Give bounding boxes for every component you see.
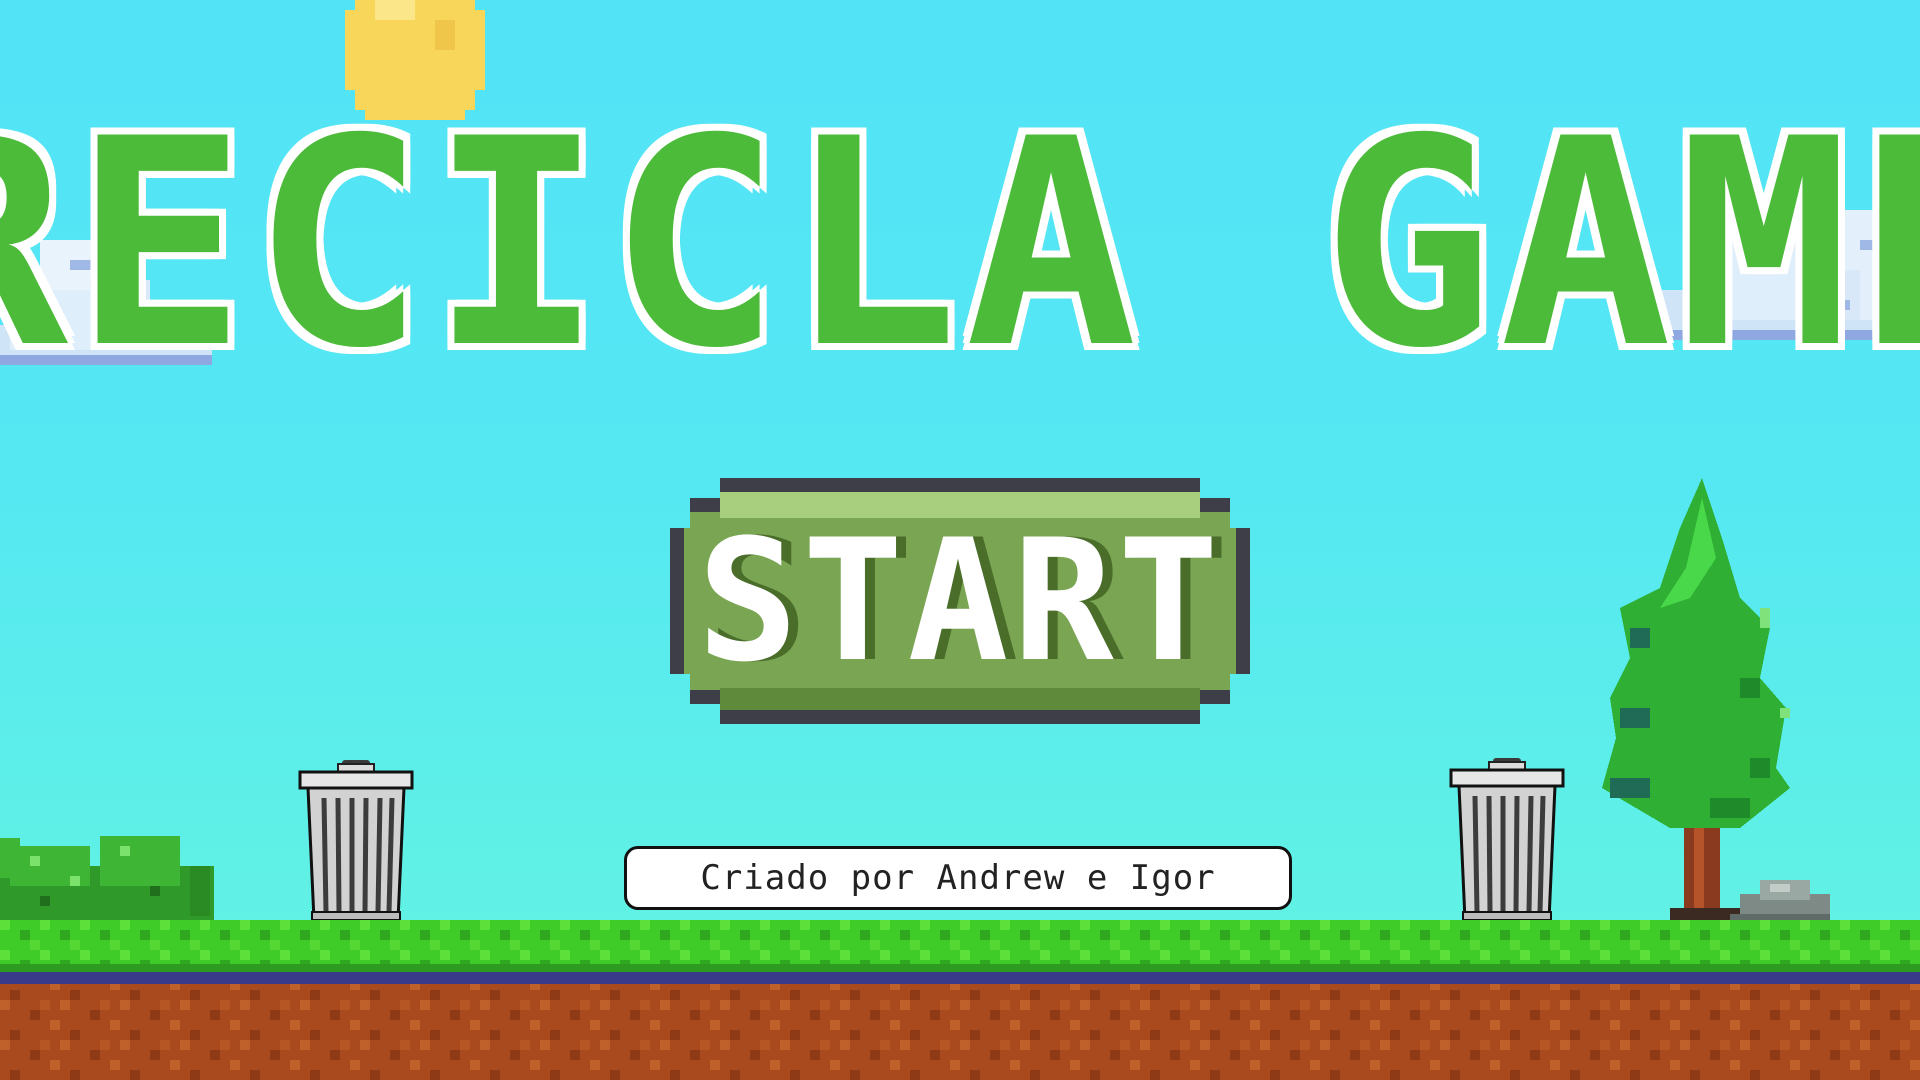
game-start-screen: RECICLA GAME START Criado por Andrew e I…: [0, 0, 1920, 1080]
bush-icon: [0, 836, 214, 926]
start-button[interactable]: START: [670, 478, 1250, 724]
credits-box: Criado por Andrew e Igor: [624, 846, 1292, 910]
game-title: RECICLA GAME: [0, 79, 1920, 411]
trash-can-icon[interactable]: [298, 760, 414, 924]
start-button-label: START: [697, 503, 1223, 699]
trash-can-icon[interactable]: [1449, 758, 1565, 924]
credits-text: Criado por Andrew e Igor: [700, 858, 1216, 898]
ground-terrain: [0, 920, 1920, 1080]
rock-icon: [1730, 880, 1830, 926]
pine-tree-icon: [1602, 478, 1790, 926]
